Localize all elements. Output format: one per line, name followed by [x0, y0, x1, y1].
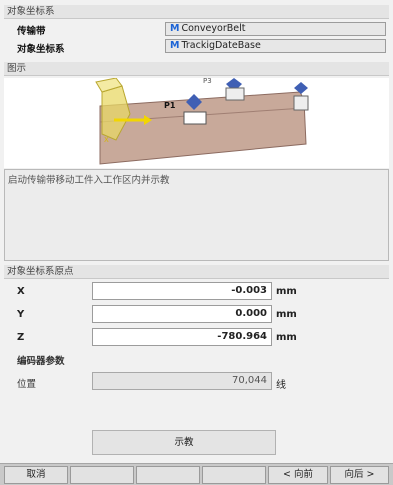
conveyor-value: ConveyorBelt	[181, 23, 246, 34]
encoder-params-label: 编码器参数	[17, 356, 65, 367]
back-button[interactable]: < 向前	[268, 466, 328, 484]
conveyor-belt-shape	[99, 91, 307, 165]
position-unit: 线	[276, 380, 286, 391]
section-header-origin: 对象坐标系原点	[4, 265, 389, 279]
x-unit: mm	[276, 286, 297, 297]
z-label: Z	[17, 332, 25, 343]
footer-bar: 取消 < 向前 向后 >	[0, 463, 393, 485]
section-header-illustration: 图示	[4, 62, 389, 76]
x-label: X	[17, 286, 25, 297]
position-field: 70,044	[92, 372, 272, 390]
y-label: Y	[17, 309, 25, 320]
object-frame-value: TrackigDateBase	[181, 40, 261, 51]
y-unit: mm	[276, 309, 297, 320]
teach-button[interactable]: 示教	[92, 430, 276, 455]
conveyor-illustration: P1 P3 X	[95, 77, 309, 165]
position-label: 位置	[17, 379, 37, 390]
z-input[interactable]: -780.964	[92, 328, 272, 346]
footer-slot-2	[70, 466, 134, 484]
footer-slot-3	[136, 466, 200, 484]
cancel-button[interactable]: 取消	[4, 466, 68, 484]
y-input[interactable]: 0.000	[92, 305, 272, 323]
object-frame-label: 对象坐标系	[17, 44, 65, 55]
p3-label: P3	[203, 78, 212, 85]
section-header-object-frame: 对象坐标系	[4, 5, 389, 19]
p2-block	[293, 95, 309, 111]
object-frame-field[interactable]: M TrackigDateBase	[165, 39, 386, 53]
conveyor-label: 传输带	[17, 26, 46, 37]
module-icon: M	[170, 40, 180, 51]
p1-block	[183, 111, 207, 125]
next-button[interactable]: 向后 >	[330, 466, 389, 484]
x-axis-label: X	[104, 136, 109, 144]
module-icon: M	[170, 23, 180, 34]
p3-block	[225, 87, 245, 101]
z-unit: mm	[276, 332, 297, 343]
p1-label: P1	[164, 101, 176, 110]
instruction-text: 启动传输带移动工件入工作区内并示教	[4, 169, 389, 261]
conveyor-diagram: P1 P3 X	[4, 77, 389, 168]
footer-slot-4	[202, 466, 266, 484]
x-input[interactable]: -0.003	[92, 282, 272, 300]
conveyor-field[interactable]: M ConveyorBelt	[165, 22, 386, 36]
